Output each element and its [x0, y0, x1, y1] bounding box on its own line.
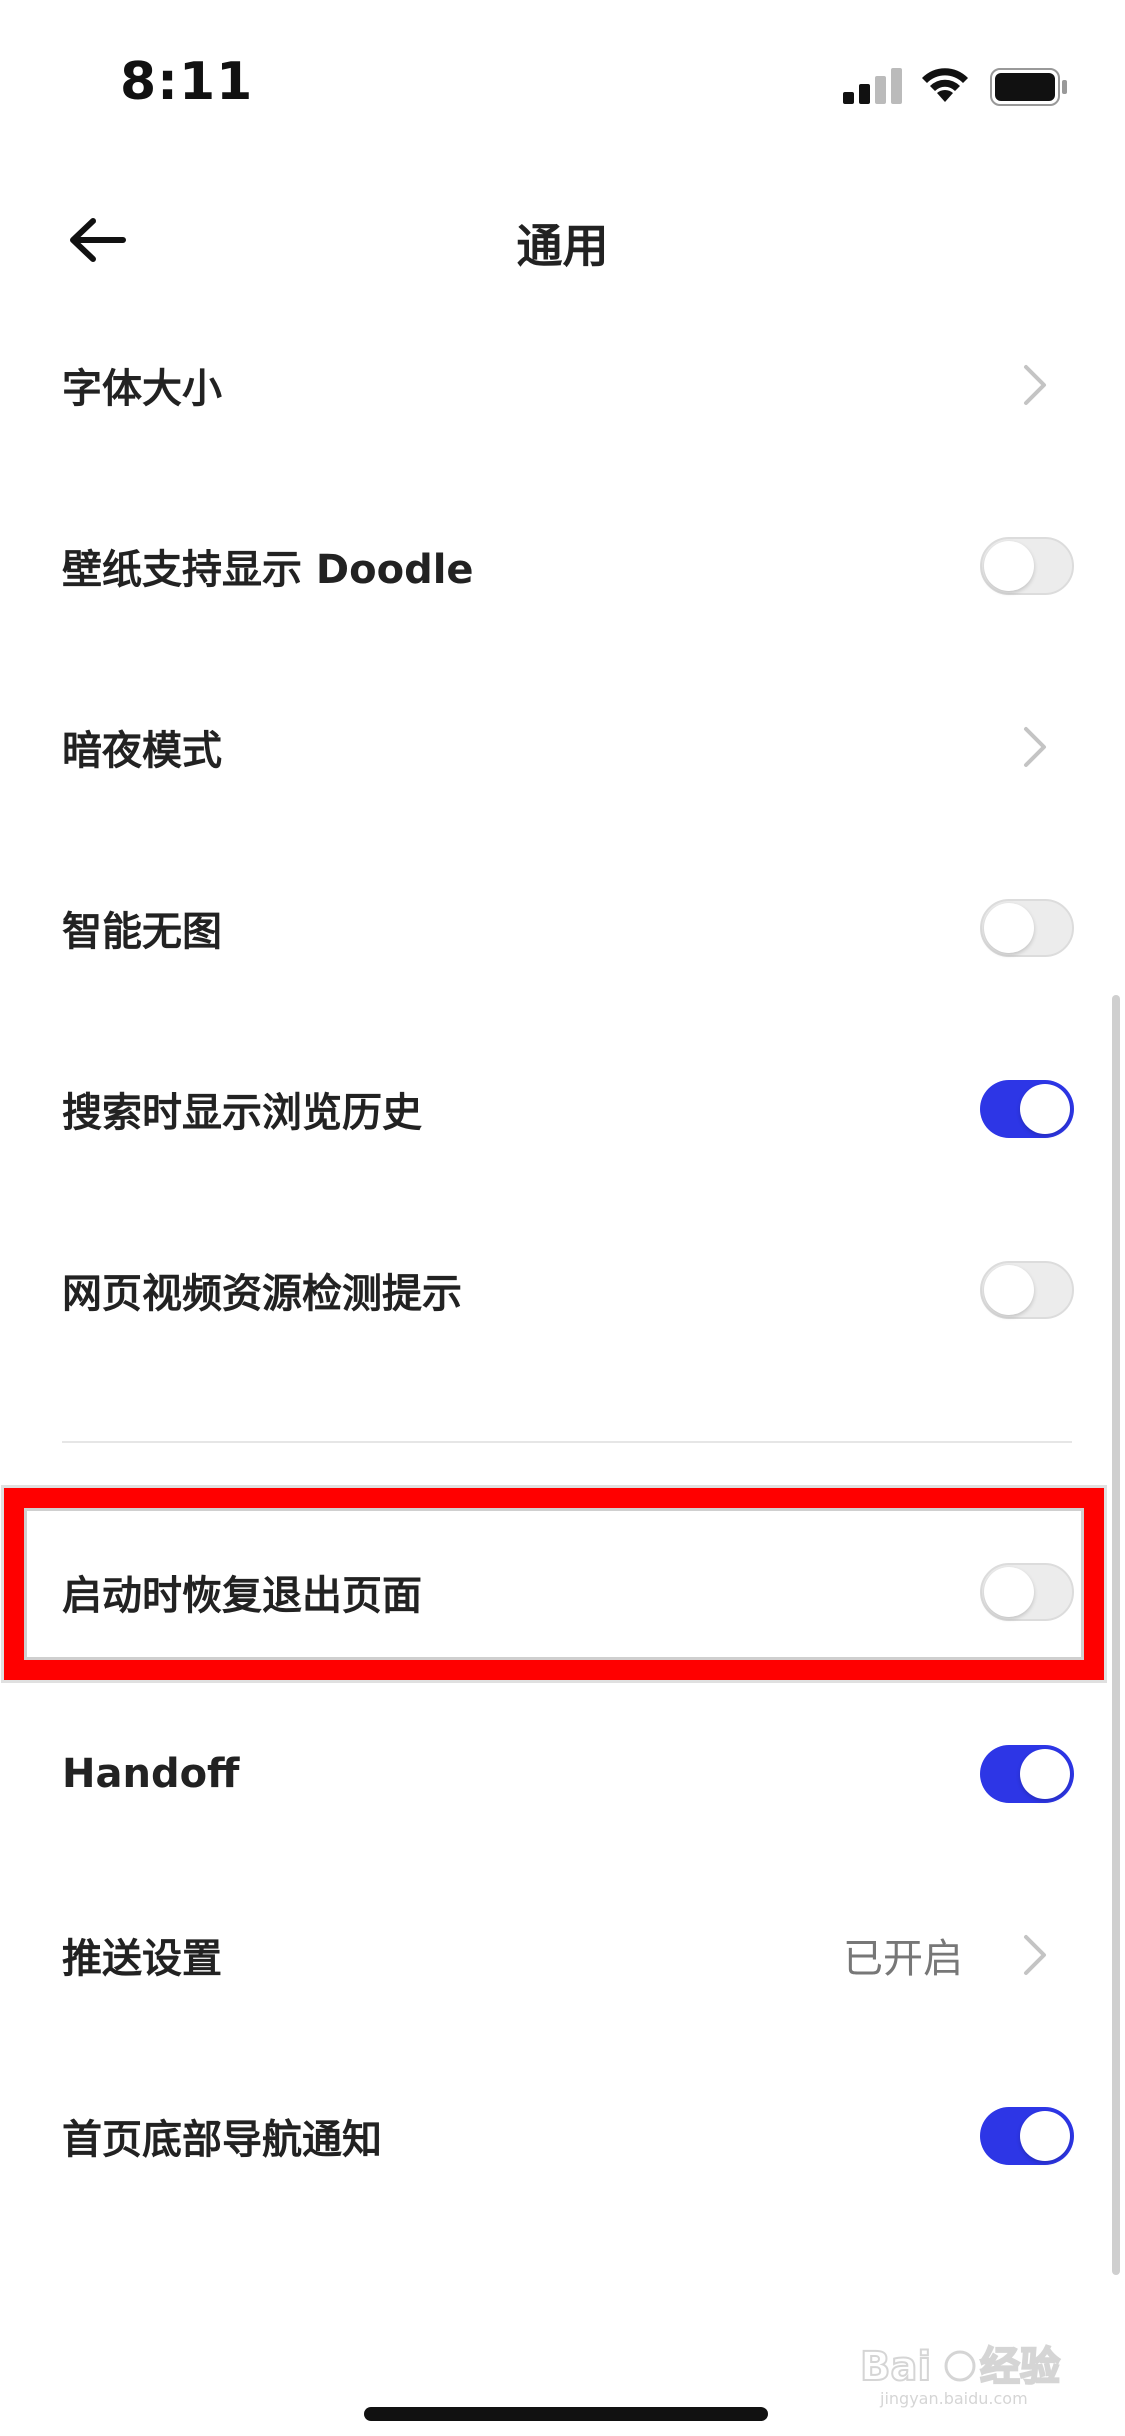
baidu-jingyan-watermark-logo: Bai 经验 jingyan.baidu.com [859, 2330, 1080, 2410]
setting-label: 启动时恢复退出页面 [62, 1573, 422, 1619]
setting-row-push[interactable]: 推送设置 已开启 [0, 1865, 1125, 2045]
svg-text:jingyan.baidu.com: jingyan.baidu.com [879, 2389, 1028, 2408]
status-time: 8:11 [120, 52, 254, 112]
video-detect-toggle[interactable] [980, 1261, 1074, 1319]
chevron-right-icon [1024, 1935, 1046, 1975]
bottom-nav-notice-toggle[interactable] [980, 2107, 1074, 2165]
setting-row-video-detect: 网页视频资源检测提示 [0, 1200, 1125, 1380]
setting-label: 智能无图 [62, 909, 222, 955]
setting-label: 壁纸支持显示 Doodle [62, 547, 474, 593]
settings-screen: 8:11 通用 字体大小 壁纸支持显示 Doodle 暗夜模式 智能无图 搜索时… [0, 0, 1125, 2436]
setting-row-handoff: Handoff [0, 1684, 1125, 1864]
status-bar: 8:11 [0, 0, 1125, 150]
svg-text:Bai: Bai [860, 2344, 931, 2390]
restore-pages-toggle[interactable] [980, 1563, 1074, 1621]
handoff-toggle[interactable] [980, 1745, 1074, 1803]
push-status-value: 已开启 [843, 1936, 963, 1982]
battery-icon [990, 68, 1070, 110]
scrollbar[interactable] [1112, 995, 1120, 2275]
setting-row-doodle: 壁纸支持显示 Doodle [0, 476, 1125, 656]
setting-row-font-size[interactable]: 字体大小 [0, 295, 1125, 475]
home-indicator[interactable] [364, 2407, 768, 2421]
setting-label: 字体大小 [62, 366, 222, 412]
smart-no-image-toggle[interactable] [980, 899, 1074, 957]
setting-row-bottom-nav-notice: 首页底部导航通知 [0, 2046, 1125, 2226]
doodle-toggle[interactable] [980, 537, 1074, 595]
chevron-right-icon [1024, 727, 1046, 767]
page-title: 通用 [516, 219, 609, 273]
setting-label: 搜索时显示浏览历史 [62, 1090, 422, 1136]
search-history-toggle[interactable] [980, 1080, 1074, 1138]
svg-text:经验: 经验 [980, 2344, 1060, 2390]
setting-label: Handoff [62, 1751, 240, 1797]
setting-row-smart-no-image: 智能无图 [0, 838, 1125, 1018]
section-divider [62, 1441, 1072, 1443]
setting-row-search-history: 搜索时显示浏览历史 [0, 1019, 1125, 1199]
setting-row-dark-mode[interactable]: 暗夜模式 [0, 657, 1125, 837]
setting-label: 暗夜模式 [62, 728, 222, 774]
cellular-signal-icon [843, 68, 903, 108]
setting-label: 网页视频资源检测提示 [62, 1271, 462, 1317]
setting-label: 推送设置 [62, 1936, 222, 1982]
chevron-right-icon [1024, 365, 1046, 405]
setting-row-restore-pages: 启动时恢复退出页面 [0, 1502, 1125, 1682]
setting-label: 首页底部导航通知 [62, 2117, 382, 2163]
nav-bar: 通用 [0, 180, 1125, 300]
wifi-icon [918, 64, 972, 108]
